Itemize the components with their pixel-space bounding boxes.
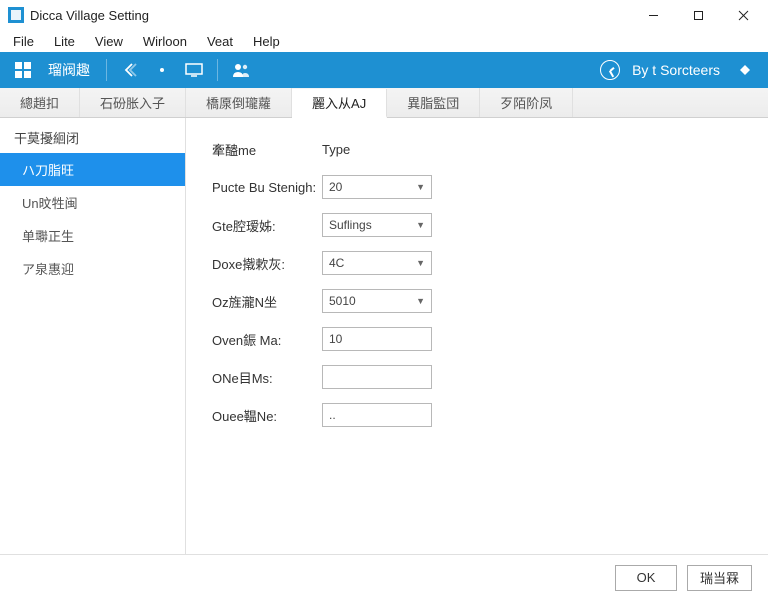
row-2-label: Doxe撠欶灰: <box>212 254 322 273</box>
column-type: Type <box>322 142 350 157</box>
ok-button[interactable]: OK <box>615 565 677 591</box>
monitor-icon[interactable] <box>181 57 207 83</box>
chevron-down-icon: ▼ <box>416 220 425 230</box>
sidebar-item-2[interactable]: 单壣正生 <box>0 219 185 252</box>
menu-help[interactable]: Help <box>244 32 289 51</box>
tab-strip: 總趙扣 石砏胀入子 橋厡倒瓏蘿 麗入从AJ 異脂監団 歹陌阶凤 <box>0 88 768 118</box>
row-5-label: ONe目Ms: <box>212 368 322 387</box>
sidebar-item-1[interactable]: Un旼牲闽 <box>0 186 185 219</box>
column-name: 牽醠me <box>212 140 322 159</box>
row-6-input[interactable]: .. <box>322 403 432 427</box>
clock-icon[interactable] <box>600 60 620 80</box>
ribbon-label: 瑠阀趣 <box>42 60 96 80</box>
sidebar-heading: 干莫擾絗闭 <box>0 122 185 153</box>
title-bar: Dicca Village Setting <box>0 0 768 30</box>
cancel-button[interactable]: 瑞当罧 <box>687 565 752 591</box>
menu-view[interactable]: View <box>86 32 132 51</box>
user-icon[interactable] <box>228 57 254 83</box>
row-1-combo[interactable]: Suflings▼ <box>322 213 432 237</box>
row-0-combo[interactable]: 20▼ <box>322 175 432 199</box>
row-5-input[interactable] <box>322 365 432 389</box>
menu-file[interactable]: File <box>4 32 43 51</box>
tab-3[interactable]: 麗入从AJ <box>292 89 387 118</box>
diamond-icon[interactable] <box>732 57 758 83</box>
menu-bar: File Lite View Wirloon Veat Help <box>0 30 768 52</box>
minimize-button[interactable] <box>631 1 676 29</box>
sidebar-item-0[interactable]: ハ刀脂旺 <box>0 153 185 186</box>
sidebar-item-3[interactable]: ア泉惠迎 <box>0 252 185 285</box>
back-icon[interactable] <box>117 57 143 83</box>
tab-1[interactable]: 石砏胀入子 <box>80 88 186 117</box>
tab-0[interactable]: 總趙扣 <box>0 88 80 117</box>
footer: OK 瑞当罧 <box>0 554 768 600</box>
row-2-combo[interactable]: 4C▼ <box>322 251 432 275</box>
dot-icon[interactable] <box>149 57 175 83</box>
chevron-down-icon: ▼ <box>416 258 425 268</box>
sidebar: 干莫擾絗闭 ハ刀脂旺 Un旼牲闽 单壣正生 ア泉惠迎 <box>0 118 186 554</box>
row-4-input[interactable]: 10 <box>322 327 432 351</box>
maximize-button[interactable] <box>676 1 721 29</box>
row-0-label: Pucte Bu Stenigh: <box>212 180 322 195</box>
close-button[interactable] <box>721 1 766 29</box>
menu-wirloon[interactable]: Wirloon <box>134 32 196 51</box>
row-3-combo[interactable]: 5010▼ <box>322 289 432 313</box>
chevron-down-icon: ▼ <box>416 296 425 306</box>
menu-veat[interactable]: Veat <box>198 32 242 51</box>
row-1-label: Gte腔瑷姊: <box>212 216 322 235</box>
menu-lite[interactable]: Lite <box>45 32 84 51</box>
app-icon <box>8 7 24 23</box>
content-area: 干莫擾絗闭 ハ刀脂旺 Un旼牲闽 单壣正生 ア泉惠迎 牽醠me Type Puc… <box>0 118 768 554</box>
row-6-label: Ouee鞰Ne: <box>212 406 322 425</box>
tab-5[interactable]: 歹陌阶凤 <box>480 88 573 117</box>
grid-icon[interactable] <box>10 57 36 83</box>
tab-4[interactable]: 異脂監団 <box>387 88 480 117</box>
form-area: 牽醠me Type Pucte Bu Stenigh: 20▼ Gte腔瑷姊: … <box>186 118 768 554</box>
row-4-label: Oven鋠 Ma: <box>212 330 322 349</box>
row-3-label: Oz旌瀧N坐 <box>212 292 322 311</box>
tab-2[interactable]: 橋厡倒瓏蘿 <box>186 88 292 117</box>
window-title: Dicca Village Setting <box>30 8 149 23</box>
ribbon-bar: 瑠阀趣 By t Sorcteers <box>0 52 768 88</box>
ribbon-right-label[interactable]: By t Sorcteers <box>626 62 726 78</box>
chevron-down-icon: ▼ <box>416 182 425 192</box>
